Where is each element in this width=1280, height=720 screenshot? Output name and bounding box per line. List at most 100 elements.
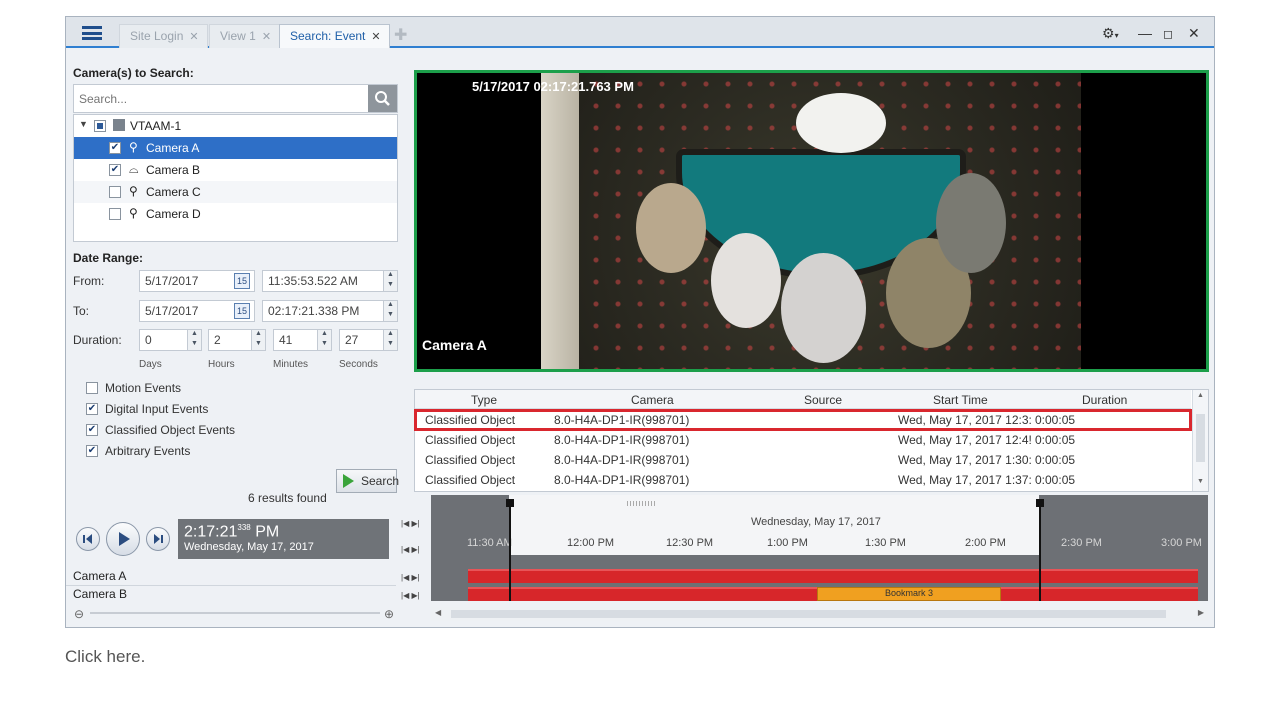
track-nav-icon[interactable]: |◀ ▶| [401, 591, 420, 600]
tick-label: 3:00 PM [1161, 537, 1202, 549]
table-row[interactable]: Classified Object 8.0-H4A-DP1-IR(998701)… [415, 450, 1191, 470]
duration-hours-field[interactable]: 2 [208, 329, 266, 351]
table-row[interactable]: Classified Object 8.0-H4A-DP1-IR(998701)… [414, 409, 1192, 431]
results-scrollbar[interactable]: ▲ ▼ [1192, 390, 1208, 491]
scroll-down-icon[interactable]: ▼ [1197, 478, 1204, 485]
zoom-in-icon[interactable]: ⊕ [384, 607, 394, 621]
search-button[interactable]: Search [336, 469, 399, 493]
gear-icon[interactable]: ⚙▾ [1102, 25, 1119, 42]
step-back-button[interactable] [76, 527, 100, 551]
digital-input-events-option[interactable]: ✔ Digital Input Events [86, 402, 208, 416]
tree-root[interactable]: ▼ VTAAM-1 [74, 115, 397, 137]
motion-events-option[interactable]: Motion Events [86, 381, 181, 395]
column-header-camera[interactable]: Camera [631, 393, 674, 407]
camera-b-checkbox[interactable]: ✔ [109, 164, 121, 176]
duration-minutes-field[interactable]: 41 [273, 329, 332, 351]
click-here-text[interactable]: Click here. [65, 647, 145, 667]
minutes-spinner[interactable] [317, 330, 331, 350]
arbitrary-events-checkbox[interactable]: ✔ [86, 445, 98, 457]
tree-item-label: Camera D [146, 207, 201, 221]
tree-item-camera-a[interactable]: ✔ ⚲ Camera A [74, 137, 397, 159]
camera-c-checkbox[interactable] [109, 186, 121, 198]
classified-object-events-option[interactable]: ✔ Classified Object Events [86, 423, 235, 437]
scroll-up-icon[interactable]: ▲ [1197, 392, 1204, 399]
camera-a-checkbox[interactable]: ✔ [109, 142, 121, 154]
jump-end-icon[interactable]: |◀ ▶| [401, 545, 420, 554]
clock-ms: 338 [237, 523, 251, 532]
step-forward-button[interactable] [146, 527, 170, 551]
track-nav-icon[interactable]: |◀ ▶| [401, 573, 420, 582]
to-time-spinner[interactable] [383, 301, 397, 321]
camera-d-checkbox[interactable] [109, 208, 121, 220]
tick-label: 2:00 PM [965, 537, 1006, 549]
close-icon[interactable]: ✕ [371, 31, 380, 43]
expand-arrow-icon[interactable]: ▼ [79, 119, 88, 129]
tab-view-1[interactable]: View 1 ✕ [209, 24, 281, 48]
recording-bar-camera-a[interactable] [468, 569, 1198, 583]
column-header-type[interactable]: Type [471, 393, 497, 407]
column-header-source[interactable]: Source [804, 393, 842, 407]
search-icon[interactable] [368, 85, 397, 112]
camera-search-box [73, 84, 398, 113]
column-header-duration[interactable]: Duration [1082, 393, 1127, 407]
range-end-marker[interactable] [1036, 499, 1044, 601]
scene-wall [541, 73, 579, 369]
cell-camera: 8.0-H4A-DP1-IR(998701) [554, 453, 690, 467]
timeline-scrollbar[interactable]: ◀ ▶ [431, 607, 1208, 621]
tab-label: View 1 [220, 29, 256, 43]
to-date-field[interactable]: 5/17/2017 15 [139, 300, 255, 322]
timeline-date: Wednesday, May 17, 2017 [751, 516, 881, 528]
from-time-spinner[interactable] [383, 271, 397, 291]
cell-duration: 0:00:05 [1035, 433, 1076, 447]
timeline[interactable]: Wednesday, May 17, 2017 11:30 AM 12:00 P… [431, 495, 1208, 601]
add-tab-icon[interactable]: ✚ [394, 25, 407, 45]
scroll-left-icon[interactable]: ◀ [435, 608, 441, 617]
scroll-thumb[interactable] [1196, 414, 1205, 462]
tree-item-camera-b[interactable]: ✔ ⌓ Camera B [74, 159, 397, 181]
scroll-thumb[interactable] [451, 610, 1166, 618]
table-row[interactable]: Classified Object 8.0-H4A-DP1-IR(998701)… [415, 470, 1191, 490]
close-window-icon[interactable]: ✕ [1188, 25, 1200, 42]
tick-label: 12:00 PM [567, 537, 615, 549]
tree-item-camera-c[interactable]: ⚲ Camera C [74, 181, 397, 203]
cell-duration: 0:00:05 [1035, 453, 1076, 467]
duration-seconds-field[interactable]: 27 [339, 329, 398, 351]
column-header-start-time[interactable]: Start Time [933, 393, 988, 407]
range-start-marker[interactable] [506, 499, 514, 601]
root-checkbox[interactable] [94, 120, 106, 132]
motion-events-checkbox[interactable] [86, 382, 98, 394]
close-icon[interactable]: ✕ [262, 31, 271, 43]
drag-handle[interactable] [627, 501, 657, 506]
maximize-icon[interactable]: ◻ [1163, 27, 1173, 41]
calendar-icon[interactable]: 15 [234, 273, 250, 289]
menu-icon[interactable] [82, 26, 102, 40]
tab-search-event[interactable]: Search: Event ✕ [279, 24, 390, 48]
cell-camera: 8.0-H4A-DP1-IR(998701) [554, 473, 690, 487]
from-date-field[interactable]: 5/17/2017 15 [139, 270, 255, 292]
play-button[interactable] [106, 522, 140, 556]
classified-object-checkbox[interactable]: ✔ [86, 424, 98, 436]
duration-days-field[interactable]: 0 [139, 329, 202, 351]
camera-search-input[interactable] [74, 85, 364, 112]
scroll-right-icon[interactable]: ▶ [1198, 608, 1204, 617]
calendar-icon[interactable]: 15 [234, 303, 250, 319]
close-icon[interactable]: ✕ [189, 31, 198, 43]
video-player[interactable]: 5/17/2017 02:17:21.763 PM Camera A [414, 70, 1209, 372]
hours-spinner[interactable] [251, 330, 265, 350]
tree-item-camera-d[interactable]: ⚲ Camera D [74, 203, 397, 225]
days-spinner[interactable] [187, 330, 201, 350]
zoom-slider[interactable] [90, 612, 380, 614]
seconds-spinner[interactable] [383, 330, 397, 350]
table-row[interactable]: Classified Object 8.0-H4A-DP1-IR(998701)… [415, 430, 1191, 450]
digital-input-checkbox[interactable]: ✔ [86, 403, 98, 415]
to-time-field[interactable]: 02:17:21.338 PM [262, 300, 398, 322]
minimize-icon[interactable]: — [1138, 25, 1152, 41]
arbitrary-events-option[interactable]: ✔ Arbitrary Events [86, 444, 190, 458]
jump-start-icon[interactable]: |◀ ▶| [401, 519, 420, 528]
zoom-out-icon[interactable]: ⊖ [74, 607, 84, 621]
from-time-field[interactable]: 11:35:53.522 AM [262, 270, 398, 292]
scene-person [636, 183, 706, 273]
tab-site-login[interactable]: Site Login ✕ [119, 24, 208, 48]
to-label: To: [73, 304, 90, 318]
bookmark-marker[interactable]: Bookmark 3 [817, 587, 1001, 601]
